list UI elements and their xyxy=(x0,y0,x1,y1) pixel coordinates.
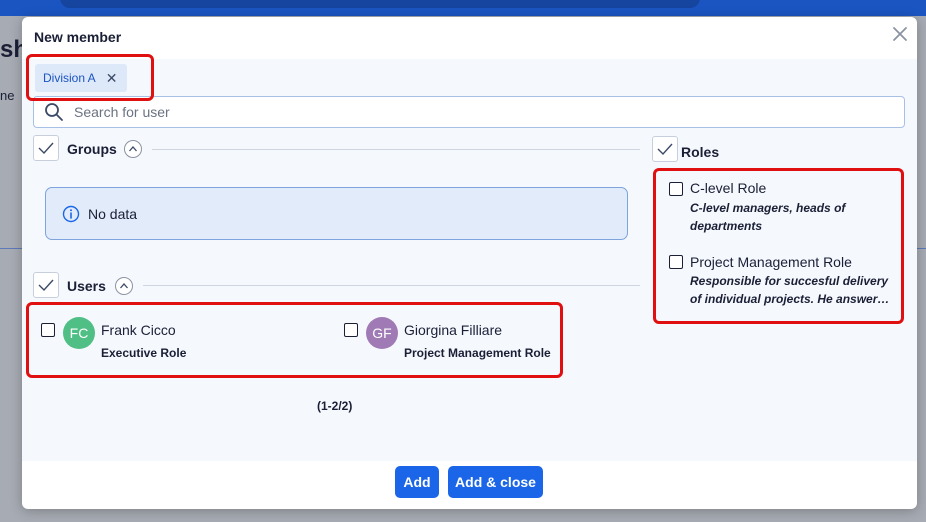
role-description-line: Responsible for succesful delivery xyxy=(690,274,889,288)
users-select-all-checkbox[interactable] xyxy=(33,272,59,298)
role-description-line: departments xyxy=(690,219,763,233)
no-data-text: No data xyxy=(88,205,138,222)
role-checkbox[interactable] xyxy=(669,182,683,196)
avatar: GF xyxy=(366,317,398,349)
add-and-close-button[interactable]: Add & close xyxy=(448,466,543,498)
groups-select-all-checkbox[interactable] xyxy=(33,135,59,161)
roles-label: Roles xyxy=(681,144,720,160)
role-title: Project Management Role xyxy=(690,254,852,270)
search-icon xyxy=(45,103,63,121)
dialog-title: New member xyxy=(34,29,122,45)
background-subtext: ne xyxy=(0,88,15,103)
role-title: C-level Role xyxy=(690,180,767,196)
chevron-up-icon xyxy=(120,283,128,289)
role-checkbox[interactable] xyxy=(669,255,683,269)
app-topbar xyxy=(0,0,926,16)
close-icon xyxy=(893,27,907,41)
add-button[interactable]: Add xyxy=(395,466,439,498)
roles-select-all-checkbox[interactable] xyxy=(652,136,678,162)
users-label: Users xyxy=(67,278,106,294)
user-role: Executive Role xyxy=(101,346,187,360)
checkmark-icon xyxy=(657,143,673,156)
groups-divider xyxy=(152,149,640,150)
search-input[interactable] xyxy=(74,104,874,120)
division-chip-label: Division A xyxy=(43,71,96,85)
user-name: Giorgina Filliare xyxy=(404,322,503,338)
close-button[interactable] xyxy=(891,25,909,43)
users-collapse-toggle[interactable] xyxy=(115,277,133,295)
search-box[interactable] xyxy=(33,96,905,128)
groups-label: Groups xyxy=(67,141,117,157)
user-checkbox[interactable] xyxy=(344,323,358,337)
groups-collapse-toggle[interactable] xyxy=(124,140,142,158)
remove-chip-icon[interactable]: ✕ xyxy=(106,71,118,85)
new-member-dialog: New member Division A ✕ Groups No data U… xyxy=(22,17,917,509)
division-chip[interactable]: Division A ✕ xyxy=(35,64,128,92)
topbar-search-pill xyxy=(60,0,700,8)
user-name: Frank Cicco xyxy=(101,322,176,338)
users-divider xyxy=(143,285,640,286)
chevron-up-icon xyxy=(129,146,137,152)
user-checkbox[interactable] xyxy=(41,323,55,337)
info-icon xyxy=(62,205,80,222)
user-role: Project Management Role xyxy=(404,346,551,360)
avatar: FC xyxy=(63,317,95,349)
no-data-notice: No data xyxy=(45,187,628,240)
role-description-line: of individual projects. He answers to th… xyxy=(690,292,895,306)
checkmark-icon xyxy=(38,142,54,155)
role-description-line: C-level managers, heads of xyxy=(690,201,846,215)
checkmark-icon xyxy=(38,279,54,292)
pagination-info: (1-2/2) xyxy=(317,399,353,413)
